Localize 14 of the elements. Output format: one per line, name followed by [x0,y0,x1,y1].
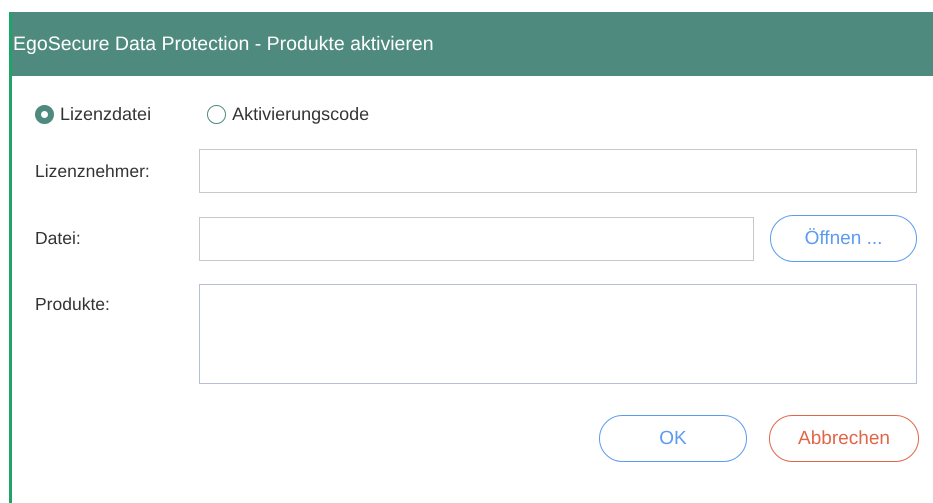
cancel-button[interactable]: Abbrechen [769,415,919,462]
file-path-field[interactable] [199,216,754,260]
input-field[interactable] [199,149,917,193]
radio-label[interactable]: Lizenzdatei [60,104,152,124]
open-button[interactable]: Öffnen ... [770,215,917,262]
radio-label[interactable]: Aktivierungscode [232,104,370,124]
window-title: EgoSecure Data Protection - Produkte aktivieren [13,32,434,56]
radio-button[interactable] [207,104,226,124]
radio-button[interactable] [35,104,54,124]
products-field[interactable] [199,284,917,384]
field-label: Lizenznehmer: [35,160,151,182]
ok-button[interactable]: OK [599,415,747,462]
field-label: Datei: [35,228,82,249]
field-label: Produkte: [35,293,111,315]
